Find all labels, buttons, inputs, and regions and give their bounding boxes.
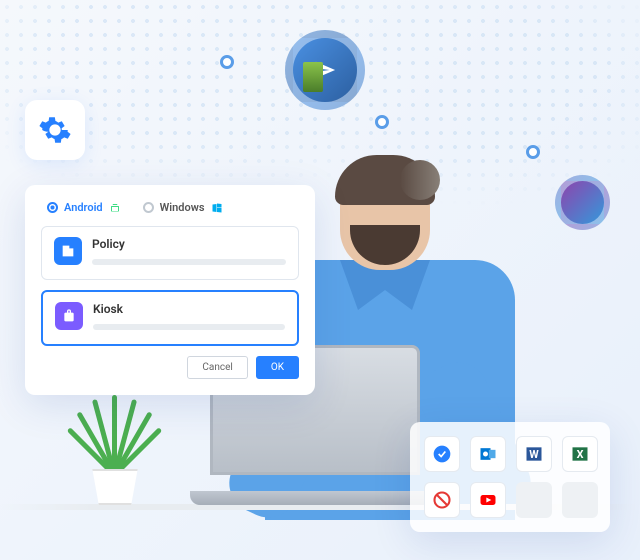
radio-icon bbox=[47, 202, 58, 213]
tab-windows[interactable]: Windows bbox=[143, 201, 223, 214]
radio-icon bbox=[143, 202, 154, 213]
tab-label: Windows bbox=[160, 201, 205, 214]
app-slot-empty bbox=[562, 482, 598, 518]
policy-icon bbox=[54, 237, 82, 265]
progress-placeholder bbox=[92, 259, 286, 265]
android-icon bbox=[109, 202, 121, 214]
allowed-check-icon[interactable] bbox=[424, 436, 460, 472]
plant-illustration bbox=[70, 395, 160, 505]
paper-plane-icon bbox=[314, 59, 336, 81]
gear-icon bbox=[38, 113, 72, 147]
settings-badge bbox=[25, 100, 85, 160]
option-label: Policy bbox=[92, 237, 286, 251]
blocked-icon[interactable] bbox=[424, 482, 460, 518]
kiosk-icon bbox=[55, 302, 83, 330]
app-word-icon[interactable]: W bbox=[516, 436, 552, 472]
tab-android[interactable]: Android bbox=[47, 201, 121, 214]
app-excel-icon[interactable]: X bbox=[562, 436, 598, 472]
apps-panel: W X bbox=[410, 422, 610, 532]
option-kiosk[interactable]: Kiosk bbox=[41, 290, 299, 346]
tab-label: Android bbox=[64, 201, 103, 214]
app-outlook-icon[interactable] bbox=[470, 436, 506, 472]
device-kiosk-bubble bbox=[285, 30, 365, 110]
button-row: Cancel OK bbox=[41, 356, 299, 379]
device-tablet-bubble bbox=[555, 175, 610, 230]
config-panel: Android Windows Policy Kiosk Cancel OK bbox=[25, 185, 315, 395]
option-policy[interactable]: Policy bbox=[41, 226, 299, 280]
ok-button[interactable]: OK bbox=[256, 356, 299, 379]
svg-text:W: W bbox=[529, 448, 539, 461]
os-tab-group: Android Windows bbox=[41, 201, 299, 214]
map-point-icon bbox=[220, 55, 234, 69]
progress-placeholder bbox=[93, 324, 285, 330]
app-youtube-icon[interactable] bbox=[470, 482, 506, 518]
option-label: Kiosk bbox=[93, 302, 285, 316]
windows-icon bbox=[211, 202, 223, 214]
svg-text:X: X bbox=[577, 448, 584, 461]
cancel-button[interactable]: Cancel bbox=[187, 356, 247, 379]
app-slot-empty bbox=[516, 482, 552, 518]
